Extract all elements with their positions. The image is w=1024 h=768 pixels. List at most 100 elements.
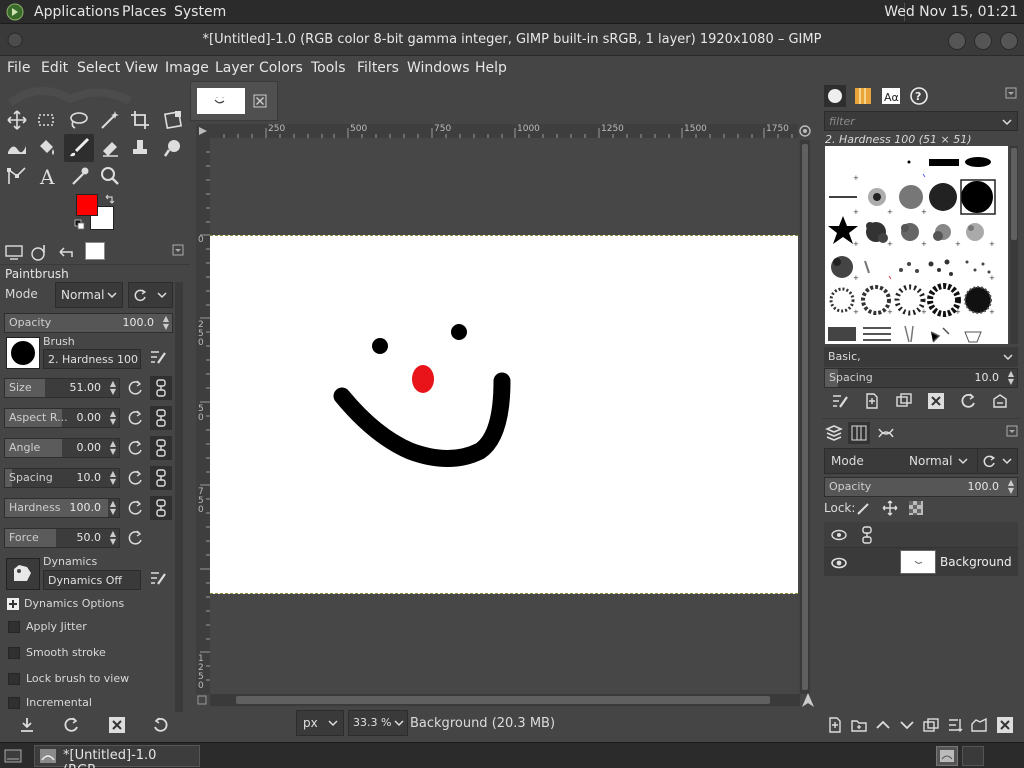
- spin-arrows-icon[interactable]: ▲ ▼: [110, 470, 116, 486]
- crop-tool-icon[interactable]: [128, 108, 152, 132]
- lock-position-icon[interactable]: [882, 500, 898, 516]
- quick-mask-corner-icon[interactable]: [196, 124, 210, 138]
- layer-opacity-slider[interactable]: Opacity 100.0 ▲ ▼: [824, 477, 1018, 497]
- lock-alpha-icon[interactable]: [908, 500, 924, 516]
- layer-visibility-eye-icon[interactable]: [830, 555, 848, 571]
- lower-layer-icon[interactable]: [898, 716, 916, 734]
- delete-options-icon[interactable]: [108, 716, 126, 734]
- lasso-tool-icon[interactable]: [66, 108, 90, 132]
- force-slider[interactable]: Force 50.0 ▲ ▼: [4, 528, 120, 548]
- system-menu[interactable]: System: [174, 4, 226, 20]
- restore-options-icon[interactable]: [62, 716, 80, 734]
- opacity-slider[interactable]: Opacity 100.0 ▲ ▼: [4, 313, 173, 333]
- layer-row-background[interactable]: Background: [824, 548, 1018, 576]
- zoom-tool-icon[interactable]: [98, 164, 122, 188]
- paths-tool-icon[interactable]: [5, 164, 29, 188]
- places-menu[interactable]: Places: [122, 4, 167, 20]
- channels-tab-icon[interactable]: [848, 422, 870, 444]
- tool-options-tab-icon[interactable]: [4, 243, 24, 261]
- link-hardness-chain-icon[interactable]: [150, 496, 172, 520]
- layer-mode-reset[interactable]: [977, 449, 1017, 473]
- new-brush-icon[interactable]: [862, 391, 882, 411]
- default-colors-icon[interactable]: [74, 219, 86, 231]
- applications-menu[interactable]: Applications: [34, 4, 120, 20]
- brush-grid-scrollbar[interactable]: [1010, 146, 1018, 344]
- link-angle-chain-icon[interactable]: [150, 436, 172, 460]
- bucket-fill-tool-icon[interactable]: [34, 136, 58, 160]
- clone-tool-icon[interactable]: [128, 136, 152, 160]
- new-layer-icon[interactable]: [826, 716, 844, 734]
- spin-arrows-icon[interactable]: ▲ ▼: [163, 315, 169, 331]
- aspect-ratio-slider[interactable]: Aspect R... 0.00 ▲ ▼: [4, 408, 120, 428]
- reset-angle-icon[interactable]: [125, 438, 145, 458]
- image-canvas[interactable]: [210, 235, 798, 594]
- taskbar-gimp-window[interactable]: *[Untitled]-1.0 (RGB...: [34, 745, 200, 768]
- paintbrush-tool-icon[interactable]: [64, 134, 94, 162]
- delete-brush-icon[interactable]: [926, 391, 946, 411]
- vertical-scrollbar[interactable]: [800, 140, 810, 694]
- text-tool-icon[interactable]: A: [36, 164, 60, 188]
- reset-spacing-icon[interactable]: [125, 468, 145, 488]
- rect-select-tool-icon[interactable]: [34, 108, 58, 132]
- menu-file[interactable]: File: [7, 60, 30, 76]
- horizontal-scrollbar[interactable]: [210, 694, 800, 706]
- zoom-select[interactable]: 33.3 %: [348, 710, 408, 736]
- warp-transform-tool-icon[interactable]: [5, 136, 29, 160]
- save-options-icon[interactable]: [18, 716, 36, 734]
- menu-filters[interactable]: Filters: [357, 60, 399, 76]
- resize-corner-icon[interactable]: [196, 694, 210, 706]
- brush-preview[interactable]: [6, 337, 40, 369]
- window-titlebar[interactable]: *[Untitled]-1.0 (RGB color 8-bit gamma i…: [0, 24, 1024, 56]
- show-desktop-icon[interactable]: [4, 748, 22, 764]
- menu-tools[interactable]: Tools: [311, 60, 346, 76]
- refresh-brushes-icon[interactable]: [958, 391, 978, 411]
- spin-arrows-icon[interactable]: ▲ ▼: [110, 500, 116, 516]
- image-tab[interactable]: [190, 81, 278, 121]
- dynamics-preview[interactable]: [6, 558, 40, 590]
- unified-transform-tool-icon[interactable]: [161, 108, 185, 132]
- layers-tab-icon[interactable]: [824, 423, 844, 443]
- vertical-ruler[interactable]: 0 2 5 0 5 0 7 5 0 1 2 5 0: [196, 138, 210, 694]
- minimize-button[interactable]: [948, 32, 966, 50]
- color-picker-tool-icon[interactable]: [68, 164, 92, 188]
- size-slider[interactable]: Size 51.00 ▲ ▼: [4, 378, 120, 398]
- brush-tag-select[interactable]: Basic,: [824, 347, 1018, 367]
- move-tool-icon[interactable]: [5, 108, 29, 132]
- horizontal-ruler[interactable]: 250 500 750 1000 1250 1500 1750: [210, 124, 798, 138]
- brush-name-field[interactable]: 2. Hardness 100: [43, 349, 141, 369]
- brush-grid-scroll-thumb[interactable]: [1011, 148, 1017, 240]
- link-spacing-chain-icon[interactable]: [150, 466, 172, 490]
- reset-hardness-icon[interactable]: [125, 498, 145, 518]
- merge-layer-icon[interactable]: [946, 716, 964, 734]
- maximize-button[interactable]: [974, 32, 992, 50]
- menu-view[interactable]: View: [125, 60, 158, 76]
- angle-slider[interactable]: Angle 0.00 ▲ ▼: [4, 438, 120, 458]
- spin-arrows-icon[interactable]: ▲ ▼: [110, 530, 116, 546]
- workspace-switcher-icon[interactable]: [936, 746, 958, 766]
- edit-brush-icon[interactable]: [830, 391, 850, 411]
- apply-jitter-checkbox[interactable]: [8, 621, 20, 633]
- workspace-2-icon[interactable]: [962, 746, 984, 766]
- reset-aspect-icon[interactable]: [125, 408, 145, 428]
- menu-windows[interactable]: Windows: [407, 60, 470, 76]
- smudge-tool-icon[interactable]: [161, 136, 185, 160]
- edit-brush-icon[interactable]: [148, 347, 168, 367]
- fuzzy-select-tool-icon[interactable]: [98, 108, 122, 132]
- close-tab-icon[interactable]: [253, 94, 267, 108]
- layer-mask-icon[interactable]: [970, 716, 988, 734]
- mode-reset-select[interactable]: [128, 282, 173, 308]
- raise-layer-icon[interactable]: [874, 716, 892, 734]
- lock-pixels-icon[interactable]: [856, 500, 872, 516]
- help-tab-icon[interactable]: ?: [908, 85, 930, 107]
- foreground-color-swatch[interactable]: [76, 194, 98, 216]
- paths-tab-icon[interactable]: [876, 423, 896, 443]
- dock-menu-icon[interactable]: [1006, 425, 1018, 437]
- dock-menu-icon[interactable]: [172, 244, 184, 256]
- link-size-chain-icon[interactable]: [150, 376, 172, 400]
- menu-edit[interactable]: Edit: [41, 60, 68, 76]
- layer-mode-select[interactable]: Normal: [903, 449, 973, 473]
- lock-brush-checkbox[interactable]: [8, 673, 20, 685]
- brush-spacing-slider[interactable]: Spacing 10.0 ▲ ▼: [824, 368, 1018, 388]
- brush-grid[interactable]: + + + + + + + + + + + + + + + +: [825, 146, 1008, 344]
- mode-select[interactable]: Normal: [55, 282, 123, 308]
